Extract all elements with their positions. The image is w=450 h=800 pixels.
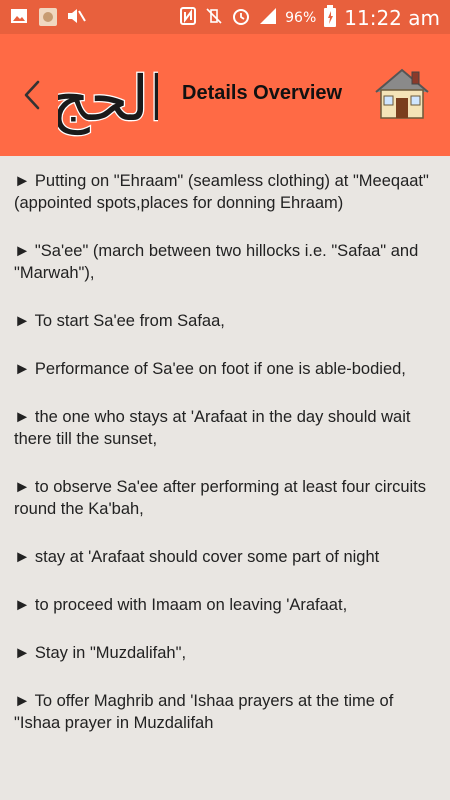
list-item: ► stay at 'Arafaat should cover some par… <box>14 548 380 566</box>
list-item: ► Stay in "Muzdalifah", <box>14 644 187 662</box>
home-icon <box>375 68 429 119</box>
chevron-left-icon <box>24 80 40 110</box>
list-item: ► "Sa'ee" (march between two hillocks i.… <box>14 242 419 282</box>
list-item: ► Performance of Sa'ee on foot if one is… <box>14 360 406 378</box>
back-button[interactable] <box>18 78 48 112</box>
battery-percent: 96% <box>285 10 317 26</box>
details-list[interactable]: ► Putting on "Ehraam" (seamless clothing… <box>0 156 450 800</box>
mute-icon <box>66 7 86 25</box>
list-item: ► Putting on "Ehraam" (seamless clothing… <box>14 172 429 212</box>
nfc-icon <box>179 7 197 29</box>
app-thumbnail-icon <box>38 7 57 26</box>
image-icon <box>10 7 28 25</box>
home-button[interactable] <box>372 64 432 122</box>
list-item: ► to observe Sa'ee after performing at l… <box>14 478 427 518</box>
list-item: ► to proceed with Imaam on leaving 'Araf… <box>14 596 348 614</box>
toolbar: الحج Details Overview <box>0 34 450 156</box>
signal-icon <box>259 7 277 29</box>
svg-text:الحج: الحج <box>58 62 158 136</box>
list-item: ► To offer Maghrib and 'Ishaa prayers at… <box>14 692 394 732</box>
list-item: ► To start Sa'ee from Safaa, <box>14 312 225 330</box>
clock: 11:22 am <box>344 6 440 30</box>
list-item: ► the one who stays at 'Arafaat in the d… <box>14 408 411 448</box>
hajj-calligraphy-logo: الحج <box>49 42 168 152</box>
battery-icon <box>324 5 337 31</box>
page-title: Details Overview <box>182 82 343 104</box>
alarm-icon <box>231 6 251 30</box>
vibrate-off-icon <box>205 7 223 29</box>
status-bar: 96% 11:22 am <box>0 0 450 34</box>
